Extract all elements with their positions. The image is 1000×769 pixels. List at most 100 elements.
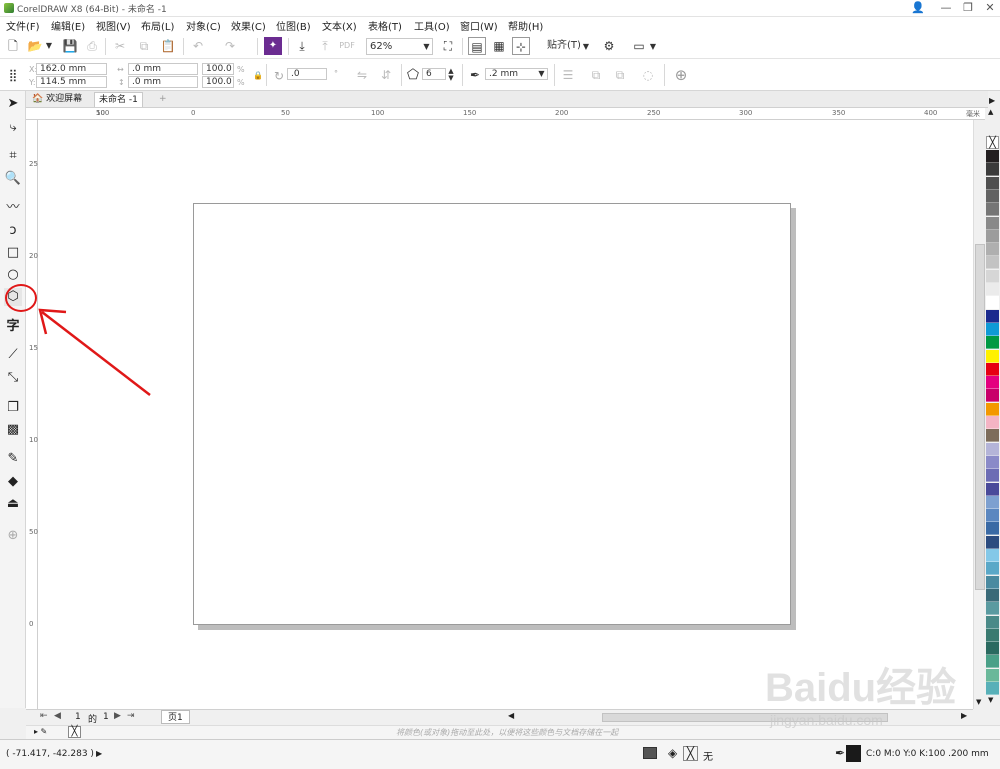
color-swatch[interactable] (986, 349, 999, 363)
to-front-icon[interactable]: ⧉ (588, 66, 604, 84)
restore-button[interactable]: ❐ (960, 1, 976, 15)
menu-window[interactable]: 窗口(W) (460, 18, 498, 33)
show-rulers-icon[interactable]: ▤ (468, 37, 486, 55)
hscroll-right-icon[interactable]: ▶ (961, 711, 967, 720)
prev-page-icon[interactable]: ◀ (54, 711, 61, 721)
snap-dropdown-icon[interactable]: ▼ (581, 38, 591, 56)
publish-pdf-icon[interactable]: PDF (339, 37, 355, 55)
color-swatch[interactable] (986, 243, 999, 257)
shape-icon[interactable]: ⤷ (4, 119, 22, 137)
color-swatch[interactable] (986, 522, 999, 536)
color-swatch[interactable] (986, 549, 999, 562)
tab-welcome-screen[interactable]: 🏠 欢迎屏幕 (28, 92, 86, 107)
connector-icon[interactable]: ⤡ (4, 369, 22, 387)
open-icon[interactable]: 📂 (27, 37, 43, 55)
color-swatch[interactable] (986, 429, 999, 443)
smart-fill-icon[interactable]: ⏏ (4, 495, 22, 513)
next-page-icon[interactable]: ▶ (114, 711, 121, 721)
export-icon[interactable]: ⤒ (317, 37, 333, 55)
menu-object[interactable]: 对象(C) (186, 18, 221, 33)
color-swatch[interactable] (986, 482, 999, 496)
color-swatch[interactable] (986, 642, 999, 656)
text-icon[interactable]: 字 (4, 318, 22, 336)
eyedropper-icon[interactable]: ✎ (4, 450, 22, 468)
object-origin-icon[interactable]: ⣿ (5, 66, 21, 84)
redo-icon[interactable]: ↷ (222, 37, 238, 55)
color-swatch[interactable] (986, 296, 999, 310)
zoom-dropdown-icon[interactable]: ▼ (421, 38, 432, 56)
add-property-icon[interactable]: ⊕ (672, 66, 690, 84)
vertical-scrollbar[interactable]: ▼ (973, 120, 985, 709)
document-page[interactable] (193, 203, 791, 625)
vertical-ruler[interactable]: 250 200 150 100 50 0 (26, 120, 42, 709)
color-swatch[interactable] (986, 615, 999, 629)
y-position-field[interactable]: 114.5 mm (36, 76, 107, 88)
color-swatch[interactable] (986, 229, 999, 243)
color-swatch[interactable] (986, 216, 999, 230)
menu-layout[interactable]: 布局(L) (141, 18, 174, 33)
first-page-icon[interactable]: ⇤ (40, 711, 48, 721)
show-grid-icon[interactable]: ▦ (490, 37, 508, 55)
color-swatch[interactable] (986, 416, 999, 429)
color-swatch[interactable] (986, 602, 999, 616)
snap-to-button[interactable]: 贴齐(T) (542, 37, 586, 55)
color-swatch[interactable] (986, 389, 999, 403)
scale-x-field[interactable]: 100.0 (202, 63, 234, 75)
color-swatch[interactable] (986, 668, 999, 682)
transparency-icon[interactable]: ▩ (4, 421, 22, 439)
palette-up-icon[interactable]: ▲ (988, 108, 993, 116)
menu-table[interactable]: 表格(T) (368, 18, 402, 33)
open-dropdown-icon[interactable]: ▼ (44, 37, 54, 55)
color-swatch[interactable] (986, 628, 999, 642)
last-page-icon[interactable]: ⇥ (127, 711, 135, 721)
color-swatch[interactable] (986, 322, 999, 336)
color-swatch[interactable] (986, 455, 999, 469)
rectangle-icon[interactable]: □ (4, 244, 22, 262)
add-tab-button[interactable]: + (155, 92, 171, 107)
menu-file[interactable]: 文件(F) (6, 18, 40, 33)
color-swatch[interactable] (986, 150, 999, 163)
vertical-scroll-thumb[interactable] (975, 244, 985, 590)
color-swatch[interactable] (986, 655, 999, 669)
menu-edit[interactable]: 编辑(E) (51, 18, 85, 33)
minimize-button[interactable]: — (938, 1, 954, 15)
color-swatch[interactable] (986, 682, 999, 695)
color-proofing-icon[interactable] (643, 747, 657, 759)
width-field[interactable]: .0 mm (128, 63, 198, 75)
to-back-icon[interactable]: ⧉ (612, 66, 628, 84)
menu-bitmaps[interactable]: 位图(B) (276, 18, 311, 33)
color-swatch[interactable] (986, 283, 999, 296)
text-wrap-icon[interactable]: ☰ (560, 66, 576, 84)
show-guidelines-icon[interactable]: ⊹ (512, 37, 530, 55)
color-swatch[interactable] (986, 163, 999, 177)
select-icon[interactable]: ➤ (4, 95, 22, 113)
palette-down-icon[interactable]: ▼ (988, 696, 993, 704)
paste-icon[interactable]: 📋 (160, 37, 176, 55)
lock-ratio-icon[interactable]: 🔒 (253, 71, 263, 80)
menu-text[interactable]: 文本(X) (322, 18, 357, 33)
sides-spinner-icon[interactable]: ▲ ▼ (446, 68, 456, 86)
color-swatch[interactable] (986, 362, 999, 376)
search-content-icon[interactable]: ✦ (264, 37, 282, 55)
no-color-swatch[interactable]: ╳ (986, 136, 999, 149)
color-swatch[interactable] (986, 309, 999, 323)
color-swatch[interactable] (986, 495, 999, 509)
application-launcher-icon[interactable]: ▭ (630, 37, 648, 55)
color-swatch[interactable] (986, 509, 999, 523)
menu-help[interactable]: 帮助(H) (508, 18, 543, 33)
mirror-vertical-icon[interactable]: ⇵ (378, 66, 394, 84)
crop-icon[interactable]: ⌗ (4, 147, 22, 165)
scroll-down-icon[interactable]: ▼ (976, 698, 981, 706)
add-tool-icon[interactable]: ⊕ (4, 527, 22, 545)
height-field[interactable]: .0 mm (128, 76, 198, 88)
outline-dropdown-icon[interactable]: ▼ (536, 65, 547, 83)
launcher-dropdown-icon[interactable]: ▼ (648, 38, 658, 56)
ellipse-icon[interactable]: ○ (4, 266, 22, 284)
new-document-icon[interactable]: 🗋 (5, 37, 21, 55)
docpalette-menu-icon[interactable]: ▸ ✎ (34, 727, 47, 736)
color-swatch[interactable] (986, 442, 999, 456)
artistic-media-icon[interactable]: ↄ (4, 222, 22, 240)
color-swatch[interactable] (986, 176, 999, 190)
x-position-field[interactable]: 162.0 mm (36, 63, 107, 75)
docpalette-none-swatch[interactable]: ╳ (68, 726, 81, 738)
